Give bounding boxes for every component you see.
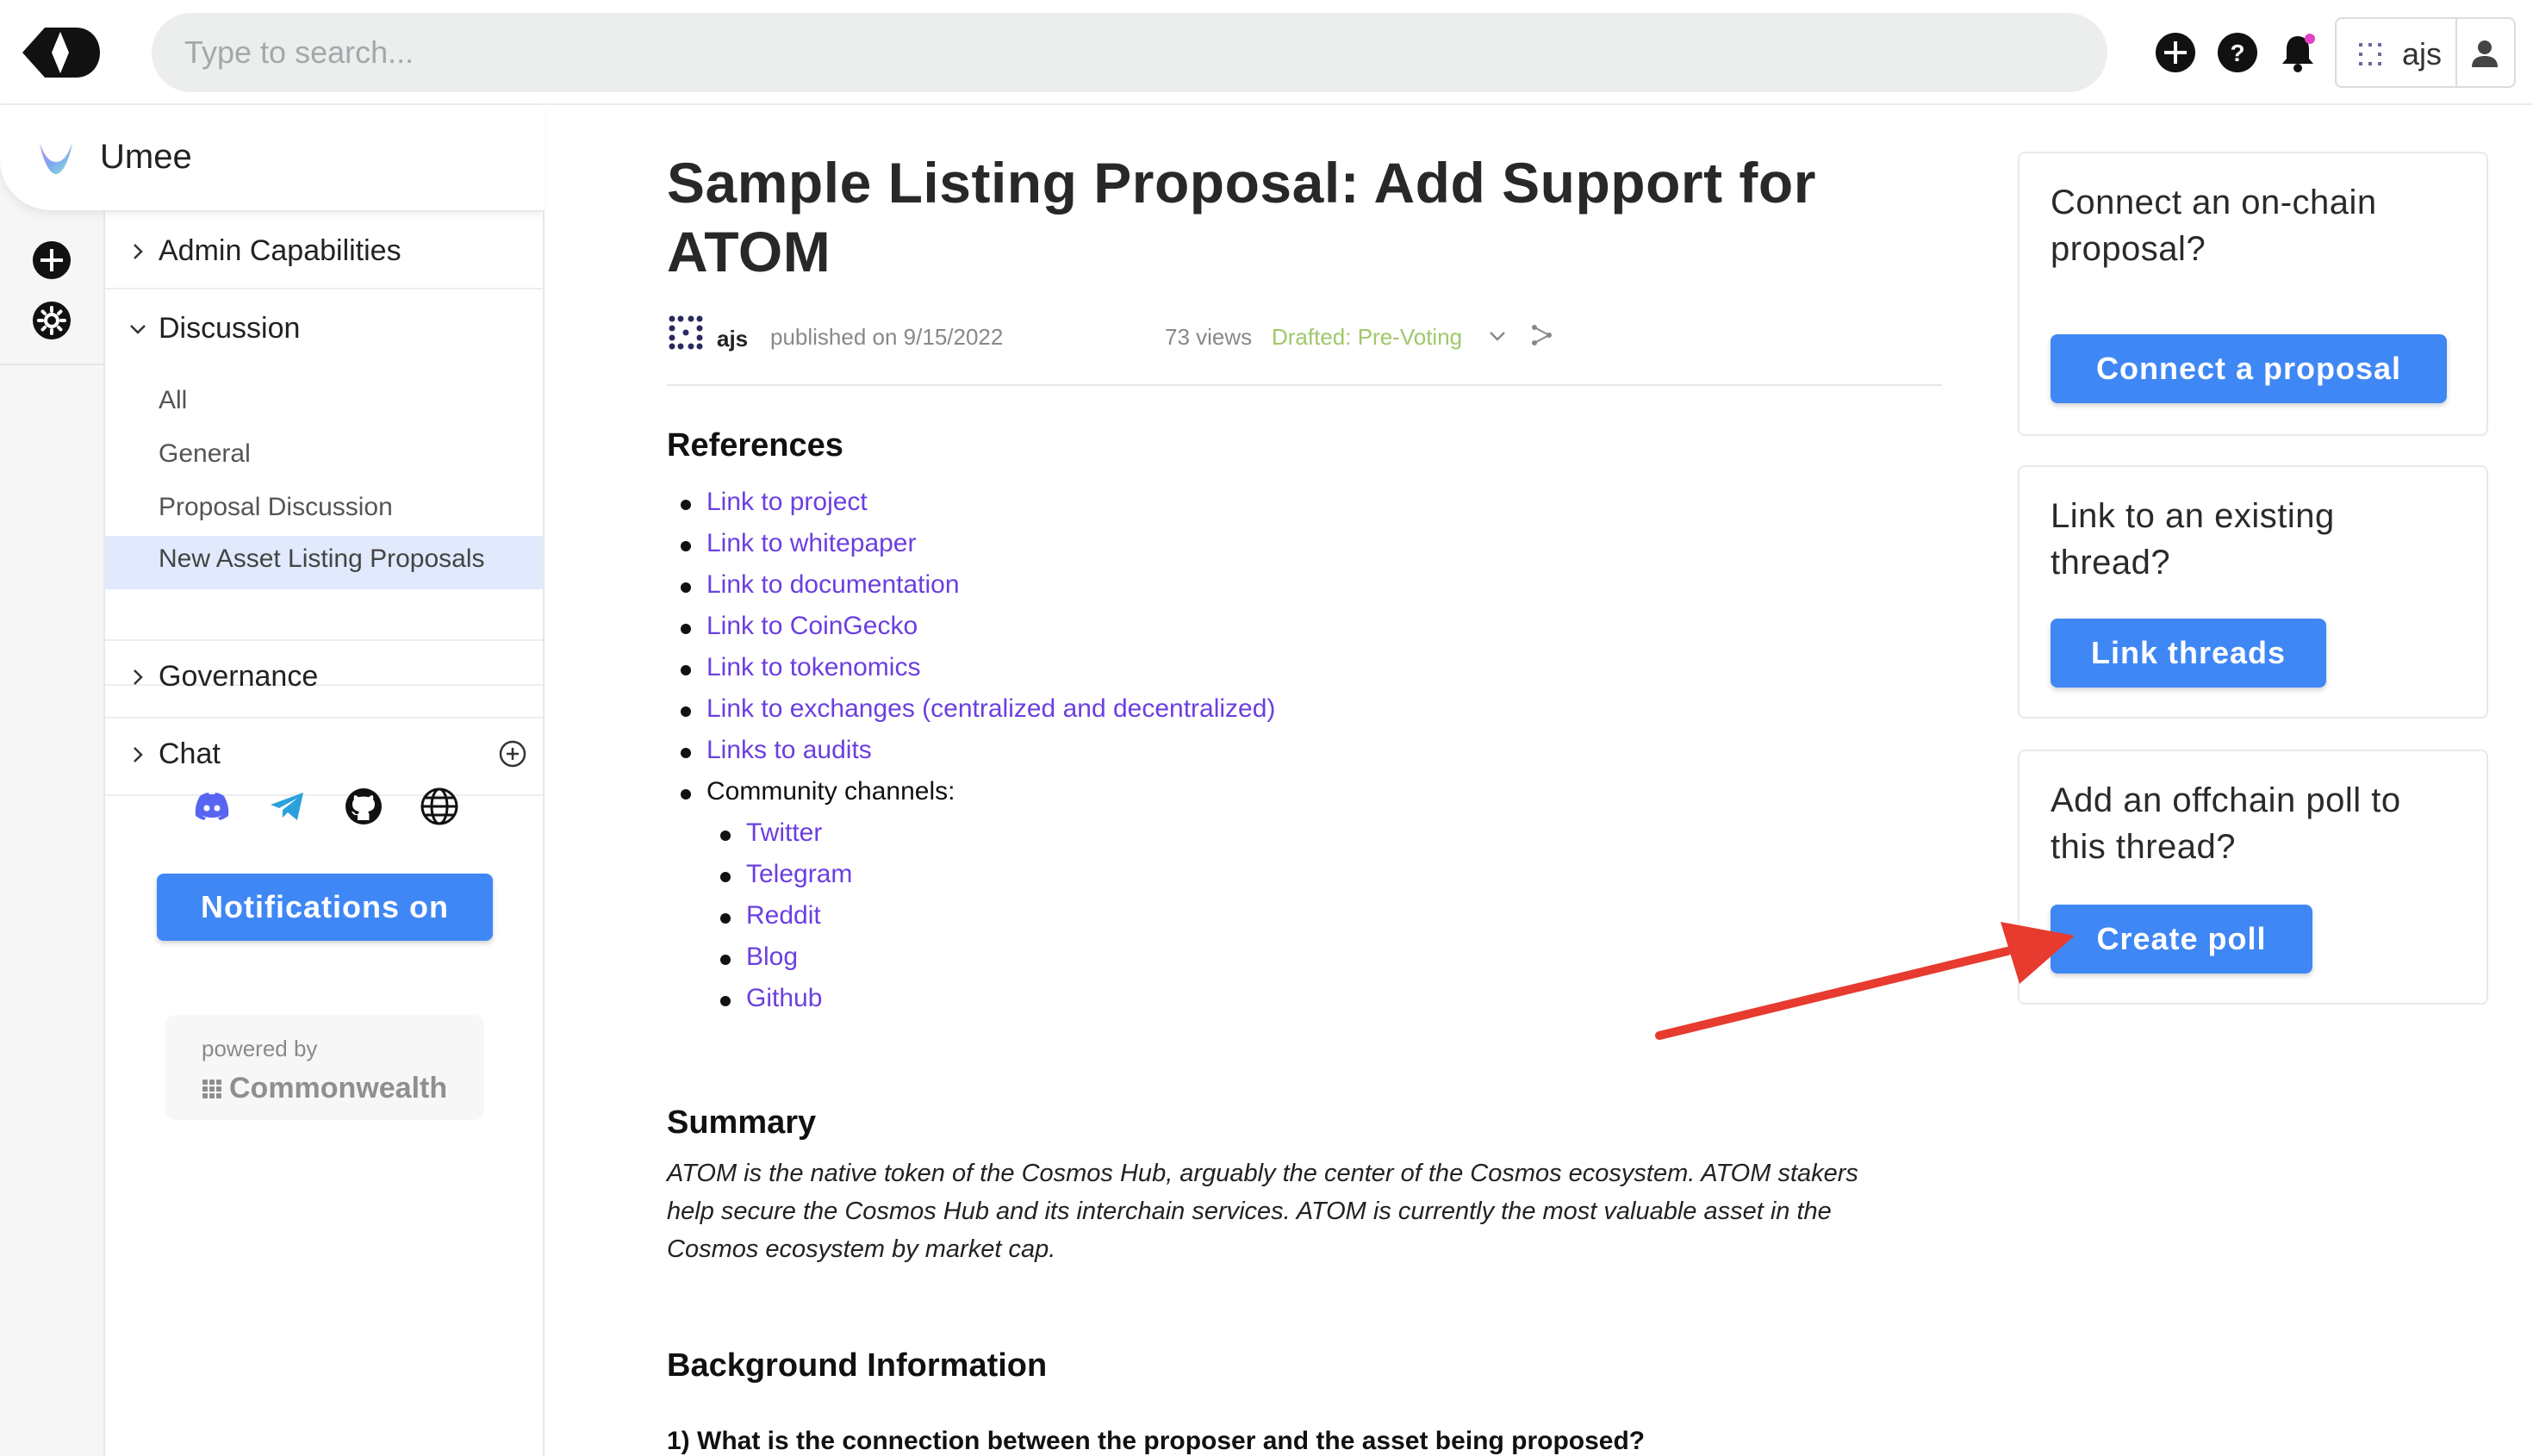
- add-channel-icon[interactable]: [498, 739, 527, 768]
- notifications-bell-icon[interactable]: [2276, 31, 2319, 74]
- stage-label[interactable]: Drafted: Pre-Voting: [1272, 324, 1462, 351]
- author-avatar-icon[interactable]: [667, 314, 705, 352]
- references-heading: References: [667, 427, 843, 464]
- author-name[interactable]: ajs: [717, 326, 748, 352]
- powered-by-badge[interactable]: powered by Commonwealth: [165, 1015, 484, 1120]
- add-community-icon[interactable]: [31, 240, 72, 281]
- discord-icon[interactable]: [191, 786, 233, 827]
- reference-link[interactable]: Link to exchanges (centralized and decen…: [706, 694, 1275, 724]
- chevron-right-icon: [134, 244, 143, 259]
- card-question: Connect an on-chain proposal?: [2051, 184, 2377, 268]
- thread-title: Sample Listing Proposal: Add Support for…: [667, 151, 1816, 283]
- community-name: Umee: [100, 138, 192, 176]
- social-links: [191, 786, 467, 829]
- chevron-down-icon[interactable]: [128, 319, 148, 339]
- community-rail: [0, 105, 105, 1456]
- reference-link[interactable]: Link to tokenomics: [706, 653, 920, 682]
- powered-by-brand: Commonwealth: [229, 1072, 448, 1104]
- user-menu[interactable]: ajs: [2335, 17, 2516, 88]
- sidebar-item-general[interactable]: General: [105, 431, 543, 481]
- view-count: 73 views: [1165, 324, 1253, 350]
- sidebar-item-label: New Asset Listing Proposals: [159, 544, 485, 573]
- chevron-down-icon[interactable]: [1487, 326, 1508, 346]
- sidebar-section-label: Chat: [159, 737, 221, 770]
- card-question: Add an offchain poll to this thread?: [2051, 781, 2401, 866]
- card-question: Link to an existing thread?: [2051, 497, 2335, 582]
- top-bar: ? ajs: [0, 0, 2533, 105]
- sidebar-item-new-asset-listing-proposals[interactable]: New Asset Listing Proposals: [105, 536, 543, 589]
- chevron-right-icon: [134, 669, 143, 685]
- reference-link[interactable]: Link to CoinGecko: [706, 612, 918, 641]
- divider: [0, 364, 105, 365]
- divider: [667, 384, 1942, 386]
- sidebar-section-admin-capabilities[interactable]: Admin Capabilities: [105, 212, 543, 289]
- summary-heading: Summary: [667, 1104, 817, 1141]
- sidebar-item-label: General: [159, 439, 251, 468]
- sidebar-section-label[interactable]: Discussion: [159, 312, 300, 345]
- commonwealth-logo-icon[interactable]: [19, 24, 102, 81]
- share-icon[interactable]: [1528, 322, 1554, 348]
- reference-link[interactable]: Link to project: [706, 488, 868, 517]
- channel-link[interactable]: Github: [746, 984, 822, 1013]
- github-icon[interactable]: [343, 786, 384, 827]
- community-channels-label: Community channels:: [706, 777, 955, 806]
- help-icon[interactable]: ?: [2216, 31, 2259, 74]
- commonwealth-grid-icon: [202, 1080, 221, 1098]
- reference-link[interactable]: Links to audits: [706, 736, 872, 765]
- user-name: ajs: [2402, 36, 2443, 72]
- chevron-right-icon: [134, 747, 143, 762]
- sidebar-section-label: Governance: [159, 660, 319, 693]
- sidebar-section-discussion: Discussion All General Proposal Discussi…: [105, 289, 543, 686]
- link-threads-card: Link to an existing thread? Link threads: [2018, 465, 2488, 719]
- thread-content: Sample Listing Proposal: Add Support for…: [545, 105, 1957, 1456]
- globe-icon[interactable]: [419, 786, 460, 827]
- connect-proposal-button[interactable]: Connect a proposal: [2051, 334, 2447, 403]
- channel-link[interactable]: Telegram: [746, 860, 852, 889]
- question-1: 1) What is the connection between the pr…: [667, 1427, 1646, 1455]
- annotation-arrow-icon: [1655, 922, 2075, 1040]
- sidebar-section-label: Admin Capabilities: [159, 234, 401, 267]
- search-input[interactable]: [152, 13, 2107, 92]
- connect-proposal-card: Connect an on-chain proposal? Connect a …: [2018, 152, 2488, 436]
- community-header[interactable]: Umee: [0, 105, 545, 212]
- sidebar-item-proposal-discussion[interactable]: Proposal Discussion: [105, 484, 543, 534]
- background-heading: Background Information: [667, 1347, 1048, 1384]
- sidebar: Umee Admin Capabilities Discussion All G…: [0, 105, 545, 1456]
- umee-logo-icon: [40, 143, 72, 174]
- user-avatar-icon: [2359, 43, 2381, 65]
- powered-by-label: powered by: [202, 1036, 318, 1061]
- sidebar-section-chat[interactable]: Chat: [105, 719, 543, 796]
- divider: [2455, 19, 2457, 86]
- channel-link[interactable]: Twitter: [746, 818, 822, 848]
- published-date: published on 9/15/2022: [770, 324, 1004, 350]
- telegram-icon[interactable]: [267, 786, 308, 827]
- sidebar-item-label: All: [159, 386, 188, 414]
- sidebar-item-label: Proposal Discussion: [159, 493, 393, 521]
- settings-gear-icon[interactable]: [31, 300, 72, 341]
- reference-link[interactable]: Link to documentation: [706, 570, 960, 600]
- notifications-toggle-button[interactable]: Notifications on: [157, 874, 493, 941]
- link-threads-button[interactable]: Link threads: [2051, 619, 2326, 688]
- reference-link[interactable]: Link to whitepaper: [706, 529, 917, 558]
- sidebar-section-governance[interactable]: Governance: [105, 639, 543, 719]
- channel-link[interactable]: Reddit: [746, 901, 821, 930]
- svg-text:?: ?: [2230, 40, 2244, 66]
- person-icon[interactable]: [2468, 36, 2502, 71]
- add-icon[interactable]: [2154, 31, 2197, 74]
- thread-meta: ajs published on 9/15/2022 73 views Draf…: [667, 314, 1942, 365]
- sidebar-item-all[interactable]: All: [105, 377, 543, 427]
- summary-text: ATOM is the native token of the Cosmos H…: [667, 1160, 1858, 1263]
- channel-link[interactable]: Blog: [746, 943, 798, 972]
